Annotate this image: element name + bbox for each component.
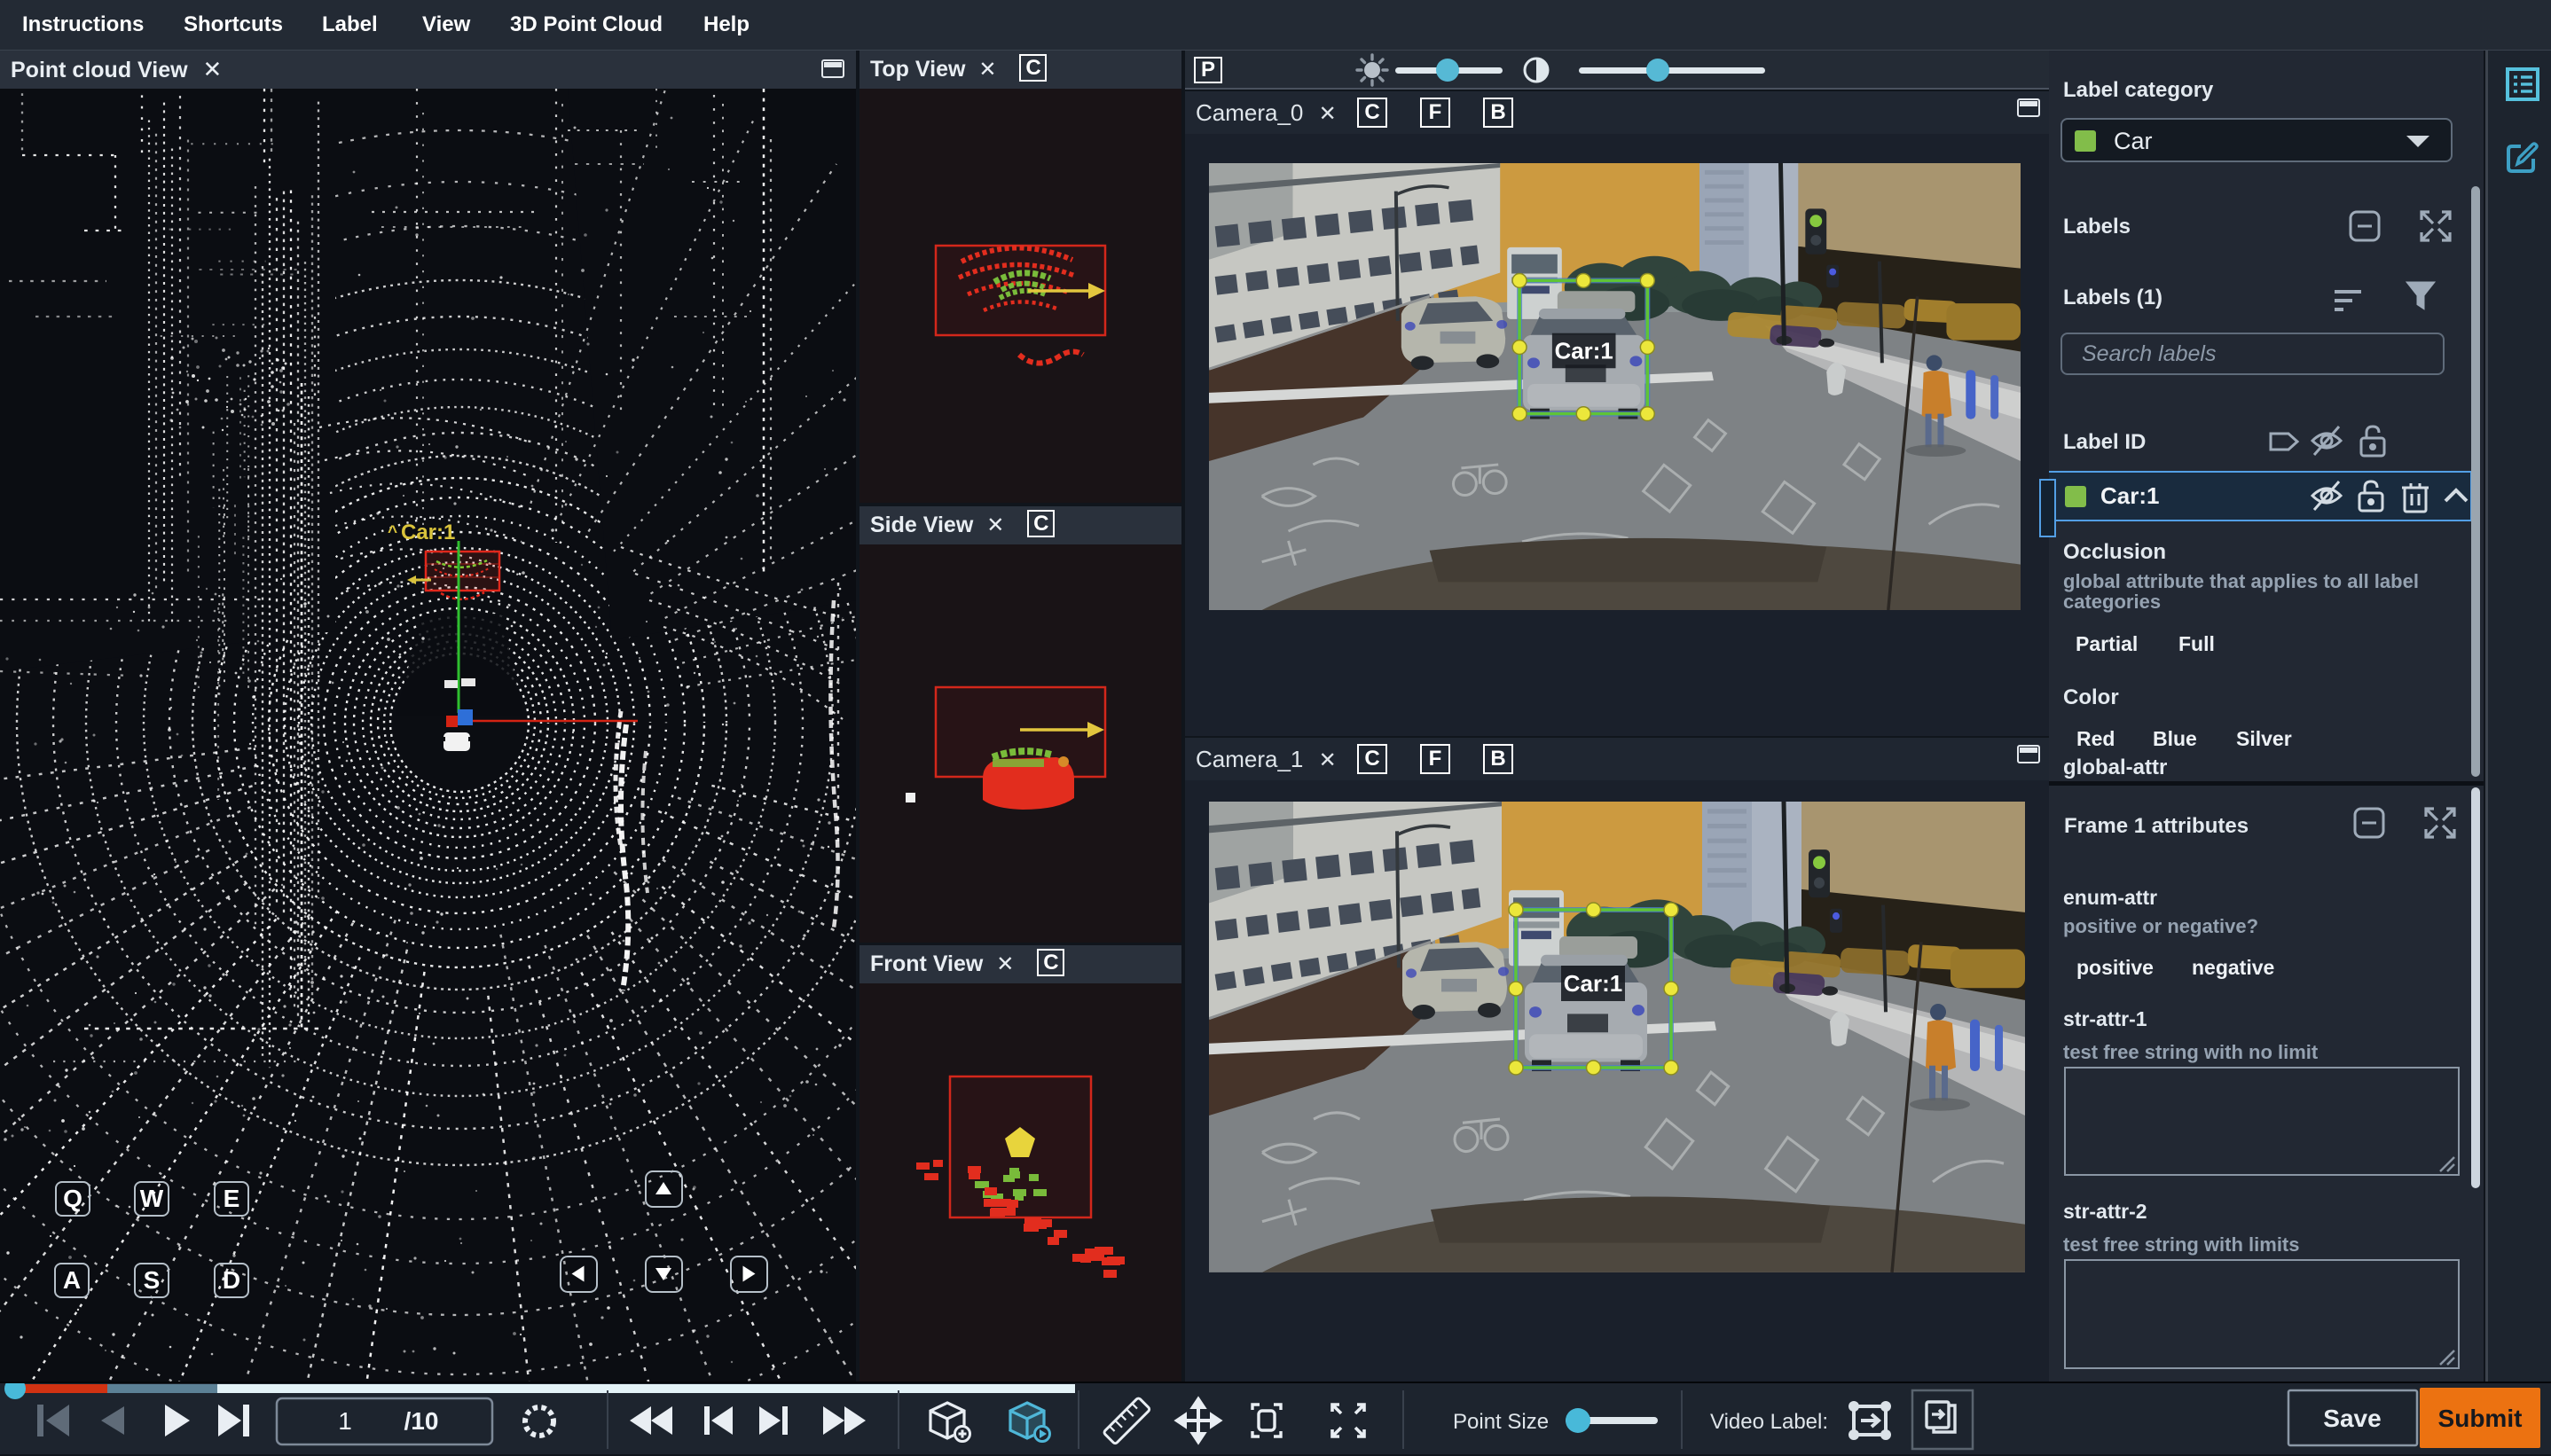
svg-text:Car:1: Car:1 (1564, 970, 1622, 997)
svg-text:Point Size: Point Size (1453, 1410, 1549, 1434)
svg-text:Video Label:: Video Label: (1710, 1410, 1828, 1434)
svg-text:/10: /10 (404, 1407, 439, 1435)
svg-text:Car:1: Car:1 (401, 521, 455, 544)
svg-text:Submit: Submit (2438, 1405, 2523, 1432)
svg-text:1: 1 (338, 1407, 352, 1435)
svg-text:Car:1: Car:1 (1555, 339, 1613, 364)
svg-text:Save: Save (2323, 1405, 2381, 1432)
svg-text:^: ^ (388, 523, 397, 542)
